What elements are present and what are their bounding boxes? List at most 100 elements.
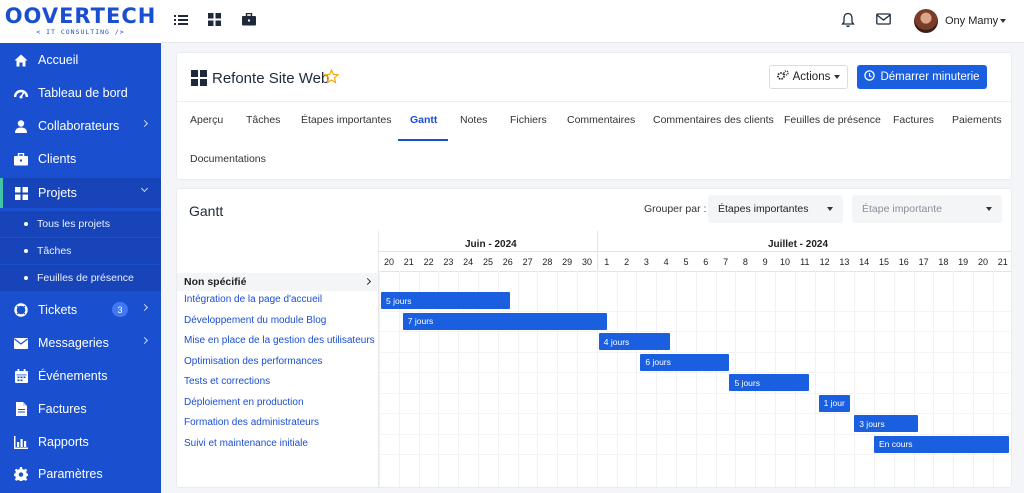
task-name[interactable]: Tests et corrections — [184, 376, 270, 387]
sidebar-item-label: Factures — [38, 402, 87, 416]
bullet-icon — [24, 249, 28, 253]
sidebar-item-accueil[interactable]: Accueil — [0, 45, 161, 75]
sidebar-item-tickets[interactable]: Tickets 3 — [0, 295, 161, 325]
day-label: 15 — [878, 257, 889, 267]
mail-icon — [14, 336, 28, 350]
sidebar-subitem-feuilles-de-presence[interactable]: Feuilles de présence — [0, 265, 161, 291]
sidebar-item-clients[interactable]: Clients — [0, 144, 161, 174]
chevron-down-icon[interactable] — [1000, 19, 1006, 23]
user-name[interactable]: Ony Mamy — [945, 15, 998, 27]
clock-icon — [864, 70, 876, 84]
tab-taches[interactable]: Tâches — [246, 114, 280, 126]
tab-gantt[interactable]: Gantt — [410, 114, 437, 126]
row-line — [379, 372, 1011, 373]
task-name[interactable]: Suivi et maintenance initiale — [184, 438, 308, 449]
day-label: 23 — [443, 257, 454, 267]
day-label: 30 — [581, 257, 592, 267]
actions-button[interactable]: Actions — [769, 65, 848, 89]
gantt-bar[interactable]: En cours — [874, 435, 1009, 453]
group-row[interactable]: Non spécifié — [177, 273, 378, 291]
brand-logo[interactable]: OOVERTECH < IT CONSULTING /> — [0, 0, 161, 43]
sidebar-subitem-taches[interactable]: Tâches — [0, 238, 161, 264]
sidebar-subitem-label: Feuilles de présence — [37, 272, 134, 284]
tab-documentations[interactable]: Documentations — [190, 153, 266, 165]
task-name[interactable]: Développement du module Blog — [184, 315, 326, 326]
tab-notes[interactable]: Notes — [460, 114, 487, 126]
grid-column — [676, 271, 677, 487]
day-label: 20 — [383, 257, 394, 267]
sidebar-subitem-tous-les-projets[interactable]: Tous les projets — [0, 211, 161, 237]
milestone-select[interactable]: Étape importante — [852, 195, 1002, 223]
grid-icon — [14, 186, 28, 200]
tab-fichiers[interactable]: Fichiers — [510, 114, 547, 126]
sidebar-item-rapports[interactable]: Rapports — [0, 427, 161, 457]
sidebar-item-label: Rapports — [38, 435, 89, 449]
sidebar-item-evenements[interactable]: Événements — [0, 361, 161, 391]
start-timer-button[interactable]: Démarrer minuterie — [857, 65, 987, 89]
sidebar-item-collaborateurs[interactable]: Collaborateurs — [0, 111, 161, 141]
day-label: 1 — [604, 257, 610, 267]
day-label: 26 — [502, 257, 513, 267]
day-label: 21 — [997, 257, 1008, 267]
day-label: 12 — [819, 257, 830, 267]
tab-feuilles-de-presence[interactable]: Feuilles de présence — [784, 114, 881, 126]
dashboard-icon — [14, 86, 28, 100]
bell-icon[interactable] — [841, 12, 857, 30]
day-label: 9 — [762, 257, 768, 267]
grid-column — [874, 271, 875, 487]
gantt-bar[interactable]: 6 jours — [640, 353, 730, 371]
grid-column — [517, 271, 519, 487]
sidebar-item-label: Paramètres — [38, 467, 103, 481]
grid-column — [893, 271, 895, 487]
brand-tagline: < IT CONSULTING /> — [36, 28, 125, 36]
tab-paiements[interactable]: Paiements — [952, 114, 1002, 126]
mail-icon[interactable] — [876, 12, 892, 30]
task-name[interactable]: Mise en place de la gestion des utilisat… — [184, 335, 375, 346]
row-line — [379, 454, 1011, 455]
gantt-bar[interactable]: 5 jours — [729, 374, 809, 391]
group-name: Non spécifié — [184, 276, 247, 288]
sidebar-item-tableau-de-bord[interactable]: Tableau de bord — [0, 78, 161, 108]
tab-apercu[interactable]: Aperçu — [190, 114, 223, 126]
bar-chart-icon — [14, 435, 28, 449]
row-line — [379, 351, 1011, 353]
grid-column — [933, 271, 935, 487]
task-name[interactable]: Intégration de la page d'accueil — [184, 294, 322, 305]
sidebar: Accueil Tableau de bord Collaborateurs C… — [0, 43, 161, 493]
star-icon[interactable] — [323, 68, 340, 84]
day-label: 5 — [683, 257, 689, 267]
group-by-select[interactable]: Étapes importantes — [708, 195, 843, 223]
gantt-bar[interactable]: 5 jours — [381, 292, 510, 309]
home-icon — [14, 53, 28, 67]
day-label: 25 — [482, 257, 493, 267]
row-line — [379, 392, 1011, 394]
sidebar-item-label: Tableau de bord — [38, 86, 128, 100]
gantt-bar[interactable]: 7 jours — [402, 312, 607, 330]
chevron-right-icon — [140, 303, 149, 312]
row-line — [379, 310, 1011, 312]
list-icon[interactable] — [174, 13, 190, 29]
avatar[interactable] — [914, 9, 938, 33]
gantt-bar[interactable]: 4 jours — [598, 333, 671, 350]
tab-commentaires-clients[interactable]: Commentaires des clients — [653, 114, 774, 126]
gantt-bar[interactable]: 3 jours — [854, 415, 918, 432]
sidebar-item-projets[interactable]: Projets — [0, 178, 161, 208]
sidebar-item-parametres[interactable]: Paramètres — [0, 459, 161, 489]
gantt-bar[interactable]: 1 jour — [818, 394, 851, 412]
tab-etapes-importantes[interactable]: Étapes importantes — [301, 114, 391, 126]
month-label: Juillet - 2024 — [768, 239, 829, 250]
tab-commentaires[interactable]: Commentaires — [567, 114, 635, 126]
briefcase-icon[interactable] — [242, 12, 258, 29]
sidebar-item-messageries[interactable]: Messageries — [0, 328, 161, 358]
task-name[interactable]: Déploiement en production — [184, 397, 304, 408]
grid-column — [953, 271, 955, 487]
day-label: 4 — [663, 257, 669, 267]
tab-factures[interactable]: Factures — [893, 114, 934, 126]
chevron-down-icon — [834, 75, 841, 79]
grid-column — [557, 271, 559, 487]
day-label: 6 — [703, 257, 709, 267]
task-name[interactable]: Formation des administrateurs — [184, 417, 319, 428]
sidebar-item-factures[interactable]: Factures — [0, 394, 161, 424]
task-name[interactable]: Optimisation des performances — [184, 356, 322, 367]
grid-icon[interactable] — [208, 13, 224, 29]
